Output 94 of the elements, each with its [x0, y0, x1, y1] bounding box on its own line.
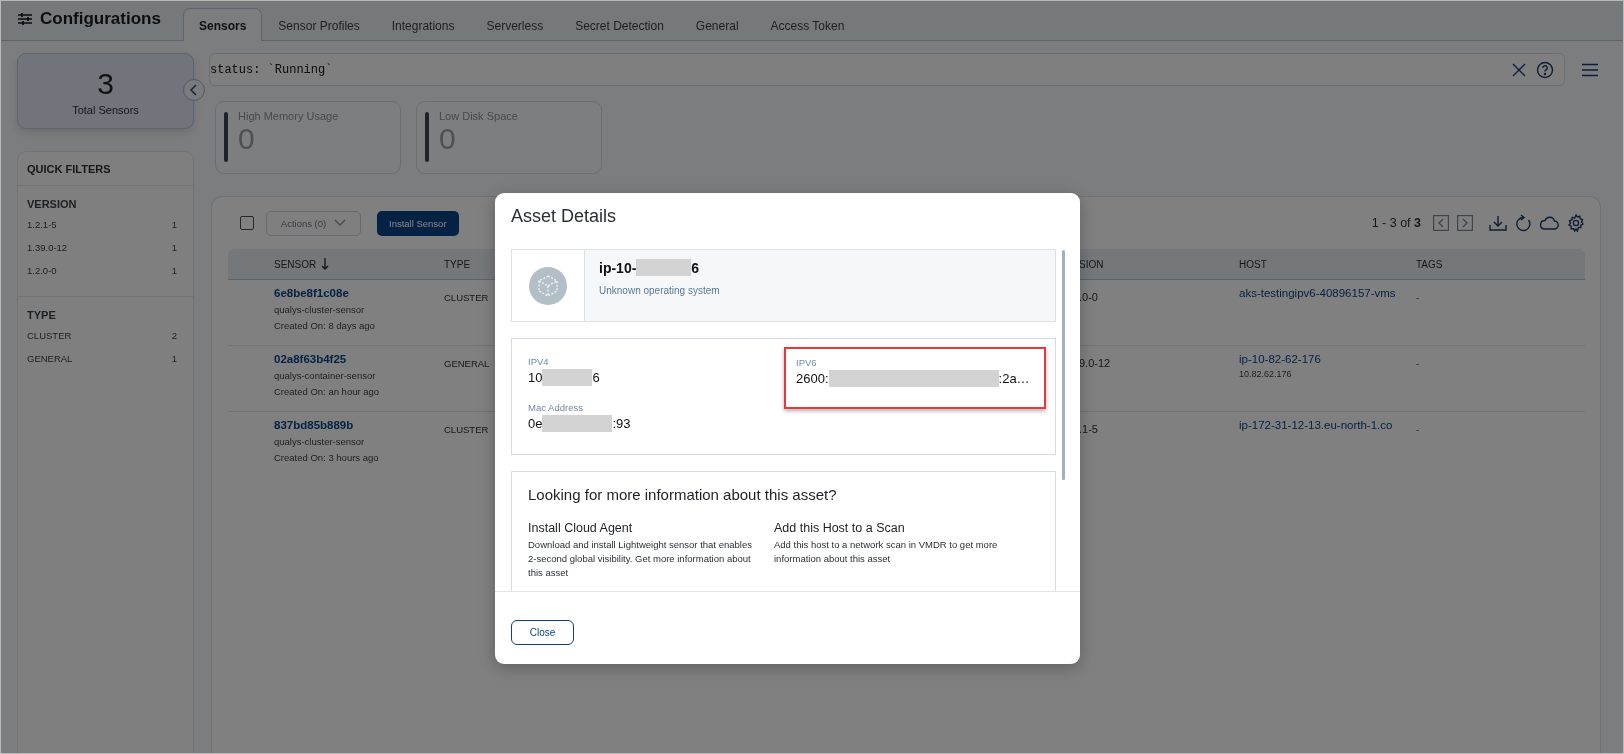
- field-label: Mac Address: [528, 402, 584, 413]
- table-cell: -: [1416, 424, 1420, 435]
- search-input[interactable]: status: `Running`: [210, 62, 1502, 77]
- host-ip: 10.82.62.176: [1239, 369, 1293, 379]
- search-field[interactable]: status: `Running`: [209, 53, 1565, 86]
- sensor-profile: qualys-container-sensor: [274, 369, 377, 383]
- sensor-profile: qualys-cluster-sensor: [274, 303, 366, 317]
- tab[interactable]: Access Token: [754, 8, 861, 41]
- sensor-link[interactable]: 837bd85b889b: [274, 419, 444, 431]
- settings-icon[interactable]: [1567, 214, 1585, 232]
- column-header[interactable]: TAGS: [1416, 258, 1443, 270]
- close-icon[interactable]: [1512, 62, 1526, 77]
- panel-title: QUICK FILTERS: [18, 152, 193, 186]
- field-value-suffix: 6: [592, 370, 600, 385]
- option-description: Add this host to a network scan in VMDR to get more information about this asset: [774, 538, 999, 566]
- metric-bar: [425, 112, 429, 162]
- created-date: Created On: an hour ago: [274, 385, 381, 399]
- filter-item[interactable]: CLUSTER: [27, 330, 72, 353]
- table-cell: CLUSTER: [444, 424, 489, 435]
- redaction-block: [542, 415, 613, 432]
- tab[interactable]: Secret Detection: [559, 8, 680, 41]
- option-description: Download and install Lightweight sensor that enables 2-second global visibility. Get more information about this asset: [528, 538, 753, 580]
- tab[interactable]: Integrations: [375, 8, 471, 41]
- redaction-block: [542, 369, 593, 386]
- filter-count: 1: [171, 219, 177, 232]
- caret-icon: [334, 219, 347, 227]
- field-value-prefix: 10: [528, 370, 543, 385]
- filter-count: 1: [171, 242, 177, 255]
- refresh-icon[interactable]: [1515, 214, 1531, 232]
- filter-count: 1: [171, 265, 177, 278]
- table-cell: -: [1416, 292, 1420, 303]
- page-title: Configurations: [40, 9, 161, 29]
- table-cell: .1-5: [1079, 423, 1098, 435]
- host-link[interactable]: aks-testingipv6-40896157-vms: [1239, 287, 1416, 299]
- menu-icon[interactable]: [1581, 62, 1599, 77]
- sensor-link[interactable]: 6e8be8f1c08e: [274, 287, 444, 299]
- metric-bar: [224, 112, 228, 162]
- close-button[interactable]: Close: [511, 619, 574, 645]
- next-page-icon[interactable]: [1457, 215, 1473, 231]
- column-header[interactable]: SION: [1079, 258, 1104, 270]
- created-date: Created On: 3 hours ago: [274, 451, 380, 465]
- table-cell: 9.0-12: [1079, 357, 1111, 369]
- redaction-block: [636, 259, 692, 276]
- field-label: IPV6: [796, 357, 818, 368]
- chevron-left-icon: [189, 84, 199, 96]
- option-title: Install Cloud Agent: [528, 521, 634, 535]
- tab[interactable]: Serverless: [470, 8, 560, 41]
- filter-item[interactable]: GENERAL: [27, 353, 73, 376]
- created-date: Created On: 8 days ago: [274, 319, 376, 333]
- total-count: 3: [97, 66, 114, 101]
- filter-count: 2: [171, 330, 177, 343]
- install-button[interactable]: Install Sensor: [377, 210, 459, 236]
- scrollbar-thumb[interactable]: [1062, 250, 1065, 480]
- table-cell: .0-0: [1079, 291, 1098, 303]
- table-cell: -: [1416, 358, 1420, 369]
- select-all-checkbox[interactable]: [240, 216, 254, 230]
- cloud-icon[interactable]: [1539, 216, 1559, 230]
- column-header[interactable]: SENSOR: [274, 258, 317, 270]
- sensor-profile: qualys-cluster-sensor: [274, 435, 366, 449]
- option-title: Add this Host to a Scan: [774, 521, 906, 535]
- tab[interactable]: Sensors: [183, 8, 263, 41]
- column-header[interactable]: TYPE: [444, 258, 471, 270]
- column-header[interactable]: HOST: [1239, 258, 1267, 270]
- total-label: Total Sensors: [72, 103, 139, 116]
- tab[interactable]: Sensor Profiles: [262, 8, 376, 41]
- filter-count: 1: [171, 353, 177, 366]
- filter-item[interactable]: 1.2.0-0: [27, 265, 57, 288]
- prev-page-icon[interactable]: [1433, 215, 1449, 231]
- dialog-title: Asset Details: [510, 205, 618, 228]
- filter-item[interactable]: 1.39.0-12: [27, 242, 68, 265]
- filter-group-title: VERSION: [27, 198, 78, 210]
- host-link[interactable]: ip-10-82-62-176: [1239, 353, 1416, 365]
- operating-system: Unknown operating system: [599, 285, 720, 296]
- host-link[interactable]: ip-172-31-12-13.eu-north-1.co: [1239, 419, 1416, 431]
- field-value-suffix: :2a…: [998, 371, 1030, 386]
- info-heading: Looking for more information about this asset?: [528, 486, 838, 503]
- table-cell: GENERAL: [444, 358, 490, 369]
- sliders-icon: [17, 12, 33, 26]
- filter-group-title: TYPE: [27, 309, 57, 321]
- asset-name-suffix: 6: [691, 259, 700, 276]
- field-value-prefix: 2600:: [796, 371, 829, 386]
- tab[interactable]: General: [679, 8, 755, 41]
- cube-icon: [529, 266, 567, 305]
- field-label: IPV4: [528, 356, 550, 367]
- table-cell: CLUSTER: [444, 292, 489, 303]
- field-value-prefix: 0e: [528, 416, 543, 431]
- asset-name-prefix: ip-10-: [599, 259, 637, 276]
- download-icon[interactable]: [1489, 215, 1507, 231]
- filter-item[interactable]: 1.2.1-5: [27, 219, 57, 242]
- field-value-suffix: :93: [612, 416, 631, 431]
- collapse-button[interactable]: [183, 79, 205, 101]
- help-icon[interactable]: [1536, 60, 1554, 79]
- sensor-link[interactable]: 02a8f63b4f25: [274, 353, 444, 365]
- page-range: 1 - 3 of 3: [1371, 216, 1421, 230]
